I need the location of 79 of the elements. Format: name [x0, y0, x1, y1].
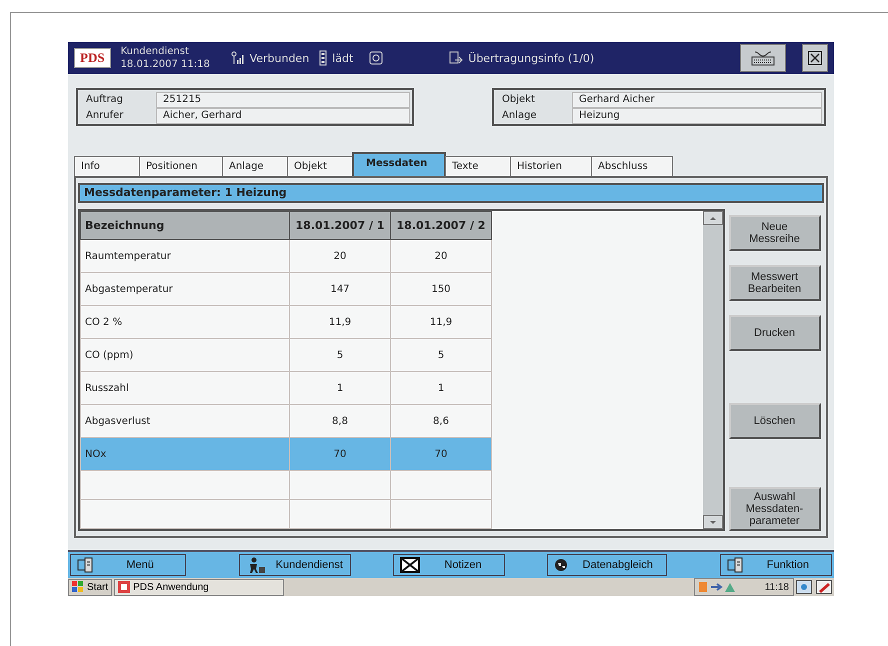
side-button[interactable]: Auswahl Messdaten-parameter — [728, 487, 820, 531]
app-logo: PDS — [74, 48, 111, 68]
close-icon — [808, 51, 822, 65]
table-cell: 147 — [290, 272, 390, 306]
globe-icon — [554, 558, 568, 572]
table-cell: 70 — [290, 438, 390, 470]
table-cell: Russzahl — [80, 372, 290, 404]
clock: 11:18 — [764, 582, 789, 592]
table-cell: 11,9 — [290, 306, 390, 338]
keyboard-icon — [751, 50, 775, 66]
signal-icon — [230, 51, 245, 65]
side-button[interactable]: Löschen — [728, 403, 820, 439]
taskbar-task[interactable]: PDS Anwendung — [114, 578, 284, 596]
sync-icon — [369, 51, 384, 65]
field-value: Heizung — [572, 108, 822, 124]
device-icon — [726, 557, 743, 573]
tab[interactable]: Info — [74, 156, 140, 176]
table-cell: 1 — [290, 372, 390, 404]
column-header: Bezeichnung — [80, 212, 290, 240]
table-cell: 150 — [390, 272, 492, 306]
battery-icon — [319, 50, 328, 66]
toolbar-button[interactable]: Kundendienst — [239, 554, 352, 576]
table-cell: 5 — [290, 338, 390, 372]
transfer-icon — [449, 51, 464, 65]
device-icon — [77, 557, 93, 573]
table-cell: 8,8 — [290, 404, 390, 438]
panel-title: Messdatenparameter: 1 Heizung — [78, 183, 824, 203]
envelope-icon — [400, 556, 420, 574]
table-cell: 20 — [390, 240, 492, 272]
side-button[interactable]: Drucken — [728, 315, 820, 351]
pen-icon — [816, 580, 832, 594]
tab[interactable]: Texte — [445, 156, 511, 176]
tab[interactable]: Objekt — [287, 156, 353, 176]
scrollbar[interactable] — [703, 211, 723, 529]
tab[interactable]: Positionen — [139, 156, 223, 176]
table-cell: 70 — [390, 438, 492, 470]
app-icon — [118, 581, 130, 593]
tab[interactable]: Messdaten — [352, 152, 446, 176]
table-cell: NOx — [80, 438, 290, 470]
field-value: Gerhard Aicher — [572, 92, 822, 108]
tab[interactable]: Historien — [510, 156, 592, 176]
start-button[interactable]: Start — [68, 578, 112, 596]
close-button[interactable] — [802, 44, 828, 72]
toolbar-button[interactable]: Datenabgleich — [546, 554, 667, 576]
windows-flag-icon — [72, 581, 84, 593]
column-header: 18.01.2007 / 2 — [390, 212, 492, 240]
tab[interactable]: Anlage — [222, 156, 288, 176]
table-cell: CO 2 % — [80, 306, 290, 338]
table-cell: CO (ppm) — [80, 338, 290, 372]
table-cell: 1 — [390, 372, 492, 404]
field-value: 251215 — [156, 92, 410, 108]
connection-status: Verbunden — [250, 52, 310, 64]
transfer-info: Übertragungsinfo (1/0) — [468, 52, 594, 64]
table-cell: 20 — [290, 240, 390, 272]
table-cell: Raumtemperatur — [80, 240, 290, 272]
battery-status: lädt — [332, 52, 354, 64]
field-label: Anlage — [501, 109, 538, 123]
table-cell: 5 — [390, 338, 492, 372]
table-cell: Abgastemperatur — [80, 272, 290, 306]
field-label: Auftrag — [85, 93, 124, 107]
field-label: Anrufer — [85, 109, 124, 123]
table-cell: Abgasverlust — [80, 404, 290, 438]
column-header: 18.01.2007 / 1 — [290, 212, 390, 240]
app-title: Kundendienst — [120, 45, 190, 58]
tray-icons — [699, 581, 735, 593]
keyboard-button[interactable] — [740, 44, 786, 72]
date-time: 18.01.2007 11:18 — [120, 58, 211, 71]
toolbar-button[interactable]: Menü — [70, 554, 186, 576]
table-cell: 11,9 — [390, 306, 492, 338]
desktop-icon — [796, 580, 812, 594]
table-cell: 8,6 — [390, 404, 492, 438]
tab[interactable]: Abschluss — [591, 156, 673, 176]
field-label: Objekt — [501, 93, 536, 107]
field-value: Aicher, Gerhard — [156, 108, 410, 124]
selected-row-highlight[interactable]: NOx 70 70 — [80, 438, 492, 470]
toolbar-button[interactable]: Funktion — [720, 554, 832, 576]
side-button[interactable]: Neue Messreihe — [728, 215, 820, 251]
side-button[interactable]: Messwert Bearbeiten — [728, 265, 820, 301]
toolbar-button[interactable]: Notizen — [393, 554, 505, 576]
